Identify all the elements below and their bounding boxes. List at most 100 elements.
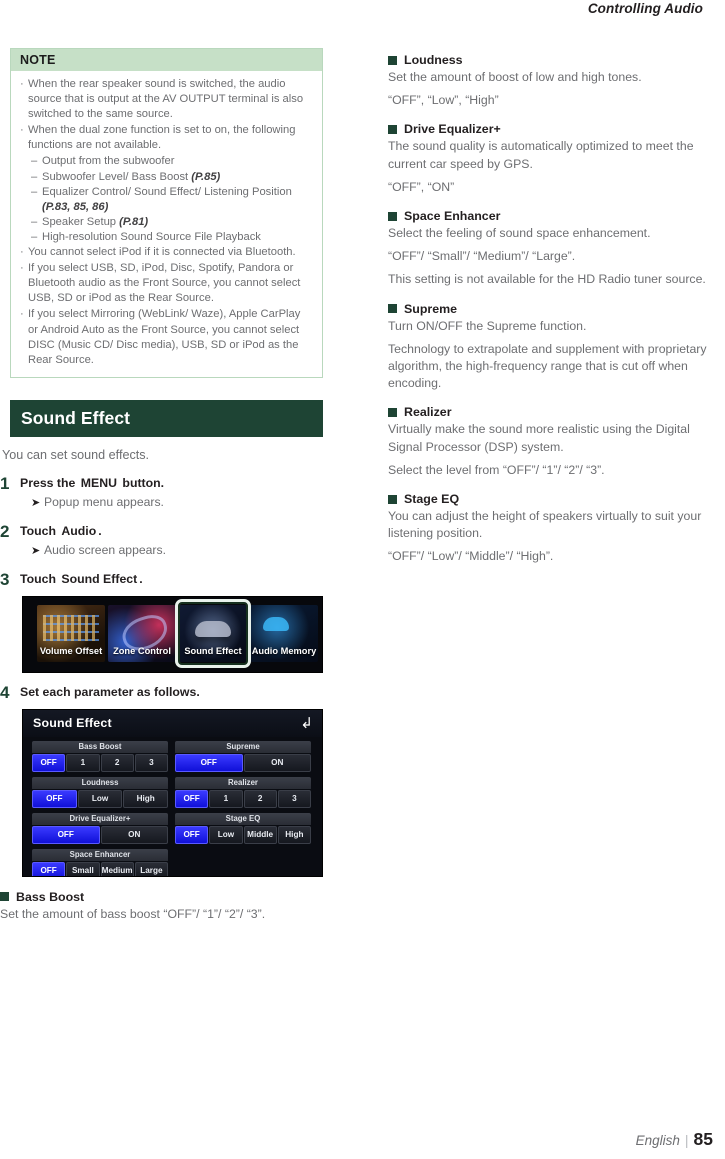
menu-tile-audio-memory[interactable]: Audio Memory — [250, 604, 318, 662]
setting-option-button[interactable]: ON — [100, 825, 168, 844]
definition-heading-text: Stage EQ — [404, 492, 460, 507]
setting-option-button[interactable]: 1 — [209, 789, 243, 808]
step-result-text: Popup menu appears. — [44, 494, 164, 509]
definition-stage-eq: Stage EQ You can adjust the height of spe… — [388, 491, 718, 566]
step-1: 1 Press the MENU button. ➤ Popup menu app… — [0, 474, 340, 512]
setting-option-button[interactable]: Middle — [243, 825, 277, 844]
right-column: Loudness Set the amount of boost of low a… — [388, 40, 718, 566]
setting-option-button[interactable]: High — [123, 789, 169, 808]
note-subitem: – Output from the subwoofer — [19, 154, 312, 169]
result-arrow-icon: ➤ — [31, 544, 41, 557]
setting-options: OFF Small Medium Large — [32, 861, 168, 876]
definition-heading-text: Bass Boost — [16, 889, 85, 904]
setting-option-button[interactable]: 1 — [66, 753, 100, 772]
bullet-icon: · — [20, 78, 24, 90]
setting-option-button[interactable]: Large — [134, 861, 168, 876]
page-footer: English | 85 — [636, 1129, 713, 1150]
setting-option-button[interactable]: 3 — [134, 753, 168, 772]
menu-tile-volume-offset[interactable]: Volume Offset — [37, 604, 105, 662]
square-bullet-icon — [388, 55, 397, 65]
step-result-text: Audio screen appears. — [44, 542, 166, 557]
definition-supreme: Supreme Turn ON/OFF the Supreme function.… — [388, 301, 718, 393]
setting-options: OFF ON — [175, 753, 311, 772]
definition-heading: Loudness — [388, 52, 718, 68]
definition-space-enhancer: Space Enhancer Select the feeling of soun… — [388, 208, 718, 289]
definition-realizer: Realizer Virtually make the sound more re… — [388, 404, 718, 479]
setting-option-button[interactable]: OFF — [175, 789, 209, 808]
dash-icon: – — [31, 185, 38, 198]
definition-heading-text: Realizer — [404, 405, 452, 420]
step-instruction: Set each parameter as follows. — [20, 684, 200, 699]
definition-heading: Realizer — [388, 404, 718, 420]
step-number: 3 — [0, 569, 10, 589]
setting-option-button[interactable]: OFF — [32, 753, 66, 772]
dash-icon: – — [31, 215, 38, 228]
menu-tile-zone-control[interactable]: Zone Control — [108, 604, 176, 662]
setting-option-button[interactable]: Low — [209, 825, 243, 844]
definition-heading-text: Drive Equalizer+ — [404, 122, 501, 137]
square-bullet-icon — [0, 892, 9, 902]
setting-option-button[interactable]: OFF — [32, 861, 66, 876]
setting-option-button[interactable]: OFF — [32, 789, 77, 808]
sound-effect-panel: Sound Effect ↲ Bass Boost OFF 1 2 3 Loudness O… — [22, 708, 323, 877]
page-reference[interactable]: (P.81) — [119, 216, 148, 228]
step-body: Press the MENU button. ➤ Popup menu appea… — [20, 475, 340, 512]
sound-effect-screenshot: Sound Effect ↲ Bass Boost OFF 1 2 3 Loudness O… — [22, 708, 340, 877]
square-bullet-icon — [388, 407, 397, 417]
definition-paragraph: “OFF”, “ON” — [388, 179, 455, 194]
footer-language: English — [635, 1133, 680, 1148]
setting-option-button[interactable]: 3 — [277, 789, 311, 808]
setting-option-button[interactable]: Small — [66, 861, 100, 876]
setting-option-button[interactable]: OFF — [175, 825, 209, 844]
setting-group-label: Bass Boost — [32, 740, 168, 753]
note-item: · When the rear speaker sound is switched… — [19, 77, 312, 122]
setting-option-button[interactable]: 2 — [243, 789, 277, 808]
bullet-icon: · — [20, 246, 24, 259]
definition-paragraph: Turn ON/OFF the Supreme function. — [388, 318, 587, 333]
menu-tiles-row: Volume Offset Zone Control Sound Effect Aud… — [37, 604, 318, 662]
left-definitions: Bass Boost Set the amount of bass boost “… — [0, 889, 340, 923]
step-text-pre: Touch — [20, 571, 60, 586]
setting-group-label: Drive Equalizer+ — [32, 812, 168, 825]
definition-drive-equalizer: Drive Equalizer+ The sound quality is aut… — [388, 121, 718, 196]
setting-option-button[interactable]: Low — [77, 789, 123, 808]
setting-option-button[interactable]: High — [277, 825, 311, 844]
bullet-icon: · — [20, 262, 24, 275]
setting-option-button[interactable]: OFF — [175, 753, 243, 772]
definition-paragraph: Select the level from “OFF”/ “1”/ “2”/ “… — [388, 462, 605, 477]
step-instruction: Press the MENU button. — [20, 475, 340, 492]
setting-option-button[interactable]: ON — [243, 753, 311, 772]
setting-option-button[interactable]: OFF — [32, 825, 100, 844]
setting-group-label: Supreme — [175, 740, 311, 753]
running-header: Controlling Audio — [587, 1, 703, 16]
note-item-text: When the rear speaker sound is switched,… — [28, 78, 304, 121]
definition-paragraph: Set the amount of boost of low and high … — [388, 70, 642, 84]
sound-effect-left-groups: Bass Boost OFF 1 2 3 Loudness OFF Low High Drive … — [32, 740, 169, 876]
step-3: 3 Touch Sound Effect. — [0, 569, 340, 589]
setting-group-label: Stage EQ — [175, 812, 311, 825]
note-subitem: – High-resolution Sound Source File Playb… — [19, 230, 312, 245]
setting-group-label: Realizer — [175, 776, 311, 789]
note-item-text: When the dual zone function is set to on… — [28, 124, 296, 152]
note-body: · When the rear speaker sound is switched… — [11, 71, 322, 377]
menu-tile-sound-effect[interactable]: Sound Effect — [179, 604, 247, 662]
step-instruction: Touch Sound Effect. — [20, 571, 340, 588]
back-arrow-icon[interactable]: ↲ — [300, 716, 313, 731]
setting-option-button[interactable]: Medium — [100, 861, 134, 876]
sound-effect-screen-title: Sound Effect — [33, 716, 112, 731]
setting-options: OFF Low High — [32, 789, 169, 808]
step-number: 4 — [0, 682, 10, 702]
setting-group-label: Space Enhancer — [32, 848, 168, 861]
setting-group-label: Loudness — [32, 776, 168, 789]
right-definitions: Loudness Set the amount of boost of low a… — [388, 52, 718, 566]
setting-group-drive-equalizer: Drive Equalizer+ OFF ON — [32, 812, 168, 844]
section-banner: Sound Effect — [10, 399, 323, 437]
note-item: · If you select Mirroring (WebLink/ Waze)… — [19, 307, 312, 367]
page-reference[interactable]: (P.85) — [191, 171, 220, 183]
sound-effect-titlebar: Sound Effect ↲ — [23, 709, 322, 737]
note-subitem: – Speaker Setup (P.81) — [19, 215, 312, 230]
step-4: 4 Set each parameter as follows. — [0, 682, 340, 702]
setting-options: OFF 1 2 3 — [32, 753, 168, 772]
page-reference[interactable]: (P.83, 85, 86) — [42, 201, 108, 213]
setting-option-button[interactable]: 2 — [100, 753, 134, 772]
